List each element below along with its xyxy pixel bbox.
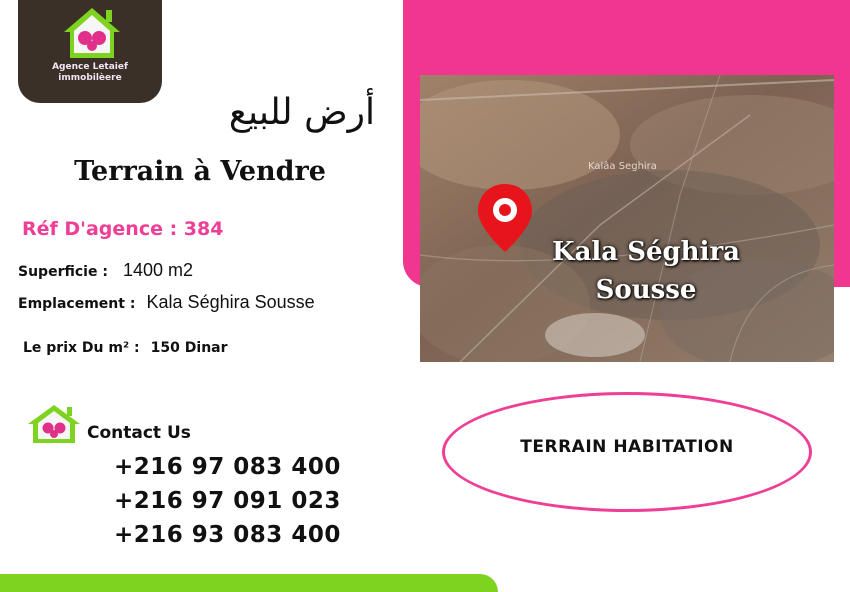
arabic-title: أرض للبيع (228, 92, 375, 133)
category-badge: TERRAIN HABITATION (442, 392, 812, 512)
location-row: Emplacement : Kala Séghira Sousse (18, 292, 315, 313)
map-city-line1: Kala Séghira (551, 237, 741, 267)
phone-list: +216 97 083 400 +216 97 091 023 +216 93 … (114, 450, 341, 552)
price-value: 150 Dinar (150, 340, 228, 356)
map-city-label: Kala Séghira Sousse (506, 233, 786, 309)
map-place-label: Kalâa Seghira (588, 161, 657, 172)
price-label: Le prix Du m² : (23, 340, 140, 356)
contact-label: Contact Us (87, 423, 191, 443)
satellite-map: Kalâa Seghira Kala Séghira Sousse (420, 75, 834, 362)
agency-logo: Agence Letaief immobilèere (18, 0, 162, 103)
agency-name: Agence Letaief immobilèere (18, 62, 162, 84)
phone-number[interactable]: +216 93 083 400 (114, 518, 341, 552)
french-title: Terrain à Vendre (74, 156, 326, 187)
agency-reference: Réf D'agence : 384 (22, 218, 224, 240)
phone-number[interactable]: +216 97 091 023 (114, 484, 341, 518)
phone-number[interactable]: +216 97 083 400 (114, 450, 341, 484)
house-logo-icon (28, 405, 80, 443)
agency-name-line2: immobilèere (58, 73, 122, 83)
area-row: Superficie : 1400 m2 (18, 260, 193, 281)
green-footer-bar (0, 574, 498, 592)
location-label: Emplacement : (18, 296, 136, 312)
map-city-line2: Sousse (595, 275, 697, 305)
location-value: Kala Séghira Sousse (146, 292, 315, 312)
area-label: Superficie : (18, 264, 108, 280)
house-logo-icon (64, 8, 120, 58)
category-label: TERRAIN HABITATION (520, 437, 734, 457)
price-row: Le prix Du m² : 150 Dinar (23, 337, 228, 356)
area-value: 1400 m2 (123, 260, 194, 280)
agency-name-line1: Agence Letaief (52, 62, 128, 72)
